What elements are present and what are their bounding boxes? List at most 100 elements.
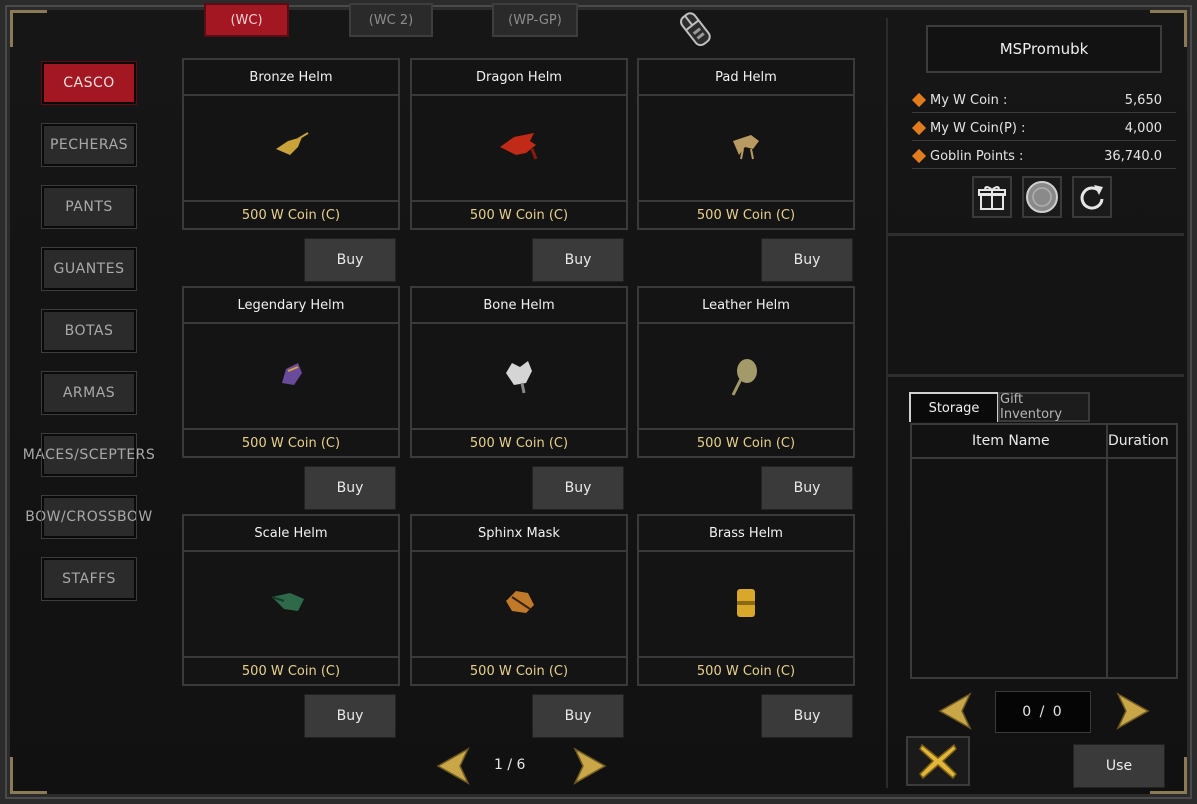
close-button[interactable] [906, 736, 970, 786]
item-image [184, 552, 398, 658]
category-staffs[interactable]: STAFFS [41, 557, 137, 601]
storage-header: Item Name Duration [912, 425, 1176, 459]
item-name: Sphinx Mask [412, 516, 626, 552]
tab-wc2[interactable]: (WC 2) [349, 3, 433, 37]
item-price: 500 W Coin (C) [241, 435, 341, 451]
buy-button[interactable]: Buy [532, 466, 624, 510]
refresh-icon [1080, 185, 1104, 210]
item-price: 500 W Coin (C) [696, 663, 796, 679]
category-maces-scepters[interactable]: MACES/SCEPTERS [23, 433, 155, 477]
category-pecheras[interactable]: PECHERAS [41, 123, 137, 167]
legendary-helm-icon [282, 363, 302, 385]
storage-prev-arrow-icon[interactable] [938, 692, 972, 730]
item-price: 500 W Coin (C) [469, 663, 569, 679]
section-divider [888, 374, 1184, 377]
gift-icon [978, 186, 1006, 210]
item-name: Pad Helm [639, 60, 853, 96]
column-item-name: Item Name [972, 433, 1050, 449]
balance-label: My W Coin(P) : [930, 121, 1026, 136]
column-duration: Duration [1108, 433, 1169, 449]
category-armas[interactable]: ARMAS [41, 371, 137, 415]
next-page-arrow-icon[interactable] [573, 747, 607, 785]
balance-wcoin: My W Coin : 5,650 [911, 90, 1176, 113]
item-name: Dragon Helm [412, 60, 626, 96]
dragon-helm-icon [500, 133, 538, 160]
storage-list: Item Name Duration [910, 423, 1178, 679]
buy-button[interactable]: Buy [761, 694, 853, 738]
orange-diamond-icon [911, 92, 927, 108]
column-divider [1106, 425, 1108, 677]
page-indicator: 1 / 6 [494, 757, 526, 773]
buy-button[interactable]: Buy [761, 466, 853, 510]
tab-wc[interactable]: (WC) [204, 3, 289, 37]
item-card[interactable]: Bronze Helm 500 W Coin (C) [182, 58, 400, 230]
tab-wp-gp[interactable]: (WP-GP) [492, 3, 578, 37]
coin-button[interactable] [1022, 176, 1062, 218]
item-image [184, 96, 398, 202]
storage-page-indicator: 0 / 0 [995, 691, 1091, 733]
gift-button[interactable] [972, 176, 1012, 218]
panel-divider [886, 18, 888, 788]
item-image [639, 552, 853, 658]
item-card[interactable]: Legendary Helm 500 W Coin (C) [182, 286, 400, 458]
balance-label: My W Coin : [930, 93, 1008, 108]
refresh-button[interactable] [1072, 176, 1112, 218]
username-display: MSPromubk [926, 25, 1162, 73]
frame-corner [10, 757, 47, 794]
item-name: Legendary Helm [184, 288, 398, 324]
prev-page-arrow-icon[interactable] [436, 747, 470, 785]
item-price: 500 W Coin (C) [241, 207, 341, 223]
item-name: Brass Helm [639, 516, 853, 552]
leather-helm-icon [731, 359, 757, 396]
item-name: Scale Helm [184, 516, 398, 552]
item-image [412, 324, 626, 430]
item-card[interactable]: Leather Helm 500 W Coin (C) [637, 286, 855, 458]
frame-corner [10, 10, 47, 47]
use-button[interactable]: Use [1073, 744, 1165, 788]
balance-label: Goblin Points : [930, 149, 1024, 164]
buy-button[interactable]: Buy [304, 694, 396, 738]
item-image [184, 324, 398, 430]
item-card[interactable]: Dragon Helm 500 W Coin (C) [410, 58, 628, 230]
mouse-icon[interactable] [672, 6, 720, 54]
item-image [412, 552, 626, 658]
tab-storage[interactable]: Storage [909, 392, 999, 422]
item-name: Bone Helm [412, 288, 626, 324]
buy-button[interactable]: Buy [532, 238, 624, 282]
item-card[interactable]: Sphinx Mask 500 W Coin (C) [410, 514, 628, 686]
item-card[interactable]: Pad Helm 500 W Coin (C) [637, 58, 855, 230]
tab-gift-inventory[interactable]: Gift Inventory [998, 392, 1090, 422]
item-card[interactable]: Bone Helm 500 W Coin (C) [410, 286, 628, 458]
item-name: Bronze Helm [184, 60, 398, 96]
category-pants[interactable]: PANTS [41, 185, 137, 229]
balance-value: 4,000 [1124, 121, 1162, 136]
section-divider [888, 233, 1184, 236]
storage-next-arrow-icon[interactable] [1116, 692, 1150, 730]
scale-helm-icon [271, 593, 304, 611]
item-card[interactable]: Brass Helm 500 W Coin (C) [637, 514, 855, 686]
buy-button[interactable]: Buy [761, 238, 853, 282]
category-casco[interactable]: CASCO [41, 61, 137, 105]
close-icon [919, 743, 957, 780]
buy-button[interactable]: Buy [304, 238, 396, 282]
item-price: 500 W Coin (C) [469, 207, 569, 223]
category-guantes[interactable]: GUANTES [41, 247, 137, 291]
category-botas[interactable]: BOTAS [41, 309, 137, 353]
balance-wcoin-p: My W Coin(P) : 4,000 [911, 118, 1176, 141]
item-card[interactable]: Scale Helm 500 W Coin (C) [182, 514, 400, 686]
orange-diamond-icon [911, 148, 927, 164]
sphinx-mask-icon [506, 591, 534, 613]
balance-value: 36,740.0 [1104, 149, 1162, 164]
buy-button[interactable]: Buy [304, 466, 396, 510]
item-price: 500 W Coin (C) [696, 435, 796, 451]
coin-icon [1026, 181, 1058, 213]
orange-diamond-icon [911, 120, 927, 136]
item-image [639, 96, 853, 202]
category-bow-crossbow[interactable]: BOW/CROSSBOW [25, 495, 152, 539]
balance-goblin-points: Goblin Points : 36,740.0 [911, 146, 1176, 169]
bronze-helm-icon [276, 132, 309, 155]
item-image [639, 324, 853, 430]
balance-value: 5,650 [1124, 93, 1162, 108]
buy-button[interactable]: Buy [532, 694, 624, 738]
item-image [412, 96, 626, 202]
